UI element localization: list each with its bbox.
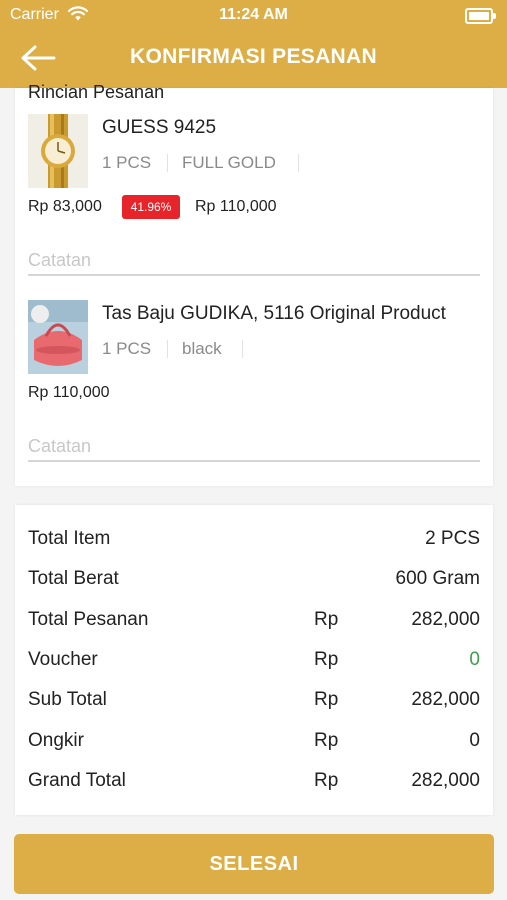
- order-details-card: Rincian Pesanan GUESS 9425 1 PCS FULL GO…: [15, 82, 493, 486]
- order-summary-card: Total Item 2 PCS Total Berat 600 Gram To…: [15, 505, 493, 815]
- summary-row-total-weight: Total Berat 600 Gram: [28, 568, 480, 598]
- summary-row-subtotal: Sub Total Rp 282,000: [28, 689, 480, 719]
- summary-label: Total Item: [28, 528, 111, 549]
- app-header: Carrier 11:24 AM KONFIRMASI PESANAN: [0, 0, 507, 88]
- product-variant: black: [182, 339, 222, 358]
- product-quantity: 1 PCS: [102, 339, 152, 358]
- product-variant: FULL GOLD: [182, 153, 276, 172]
- summary-label: Ongkir: [28, 730, 84, 751]
- summary-value: 0: [469, 730, 480, 751]
- summary-label: Voucher: [28, 649, 98, 670]
- summary-row-shipping: Ongkir Rp 0: [28, 730, 480, 760]
- summary-value: 282,000: [411, 609, 480, 630]
- clock: 11:24 AM: [219, 6, 288, 23]
- summary-currency: Rp: [314, 689, 339, 710]
- battery-icon: [465, 8, 496, 24]
- voucher-value: 0: [469, 649, 480, 670]
- summary-currency: Rp: [314, 609, 339, 630]
- summary-row-total-item: Total Item 2 PCS: [28, 528, 480, 558]
- note-input[interactable]: [28, 246, 480, 276]
- product-price: Rp 110,000: [28, 384, 110, 401]
- summary-currency: Rp: [314, 770, 339, 791]
- product-price: Rp 83,000: [28, 198, 102, 215]
- summary-value: 282,000: [411, 689, 480, 710]
- note-input[interactable]: [28, 432, 480, 462]
- section-title: Rincian Pesanan: [28, 82, 165, 102]
- red-duffel-bag-image: [28, 300, 88, 374]
- summary-currency: Rp: [314, 730, 339, 751]
- summary-currency: Rp: [314, 649, 339, 670]
- summary-label: Grand Total: [28, 770, 126, 791]
- product-quantity: 1 PCS: [102, 153, 152, 172]
- summary-value: 600 Gram: [395, 568, 480, 589]
- summary-value: 2 PCS: [425, 528, 480, 549]
- status-bar: Carrier 11:24 AM: [0, 0, 507, 30]
- summary-row-grand-total: Grand Total Rp 282,000: [28, 770, 480, 800]
- summary-row-total-order: Total Pesanan Rp 282,000: [28, 609, 480, 639]
- discount-badge: 41.96%: [122, 195, 180, 219]
- summary-value: 282,000: [411, 770, 480, 791]
- gold-watch-image: [28, 114, 88, 188]
- summary-row-voucher: Voucher Rp 0: [28, 649, 480, 679]
- variant-divider: [242, 340, 243, 358]
- original-price: Rp 110,000: [195, 198, 277, 215]
- summary-label: Sub Total: [28, 689, 107, 710]
- product-name: Tas Baju GUDIKA, 5116 Original Product: [102, 303, 446, 324]
- summary-label: Total Berat: [28, 568, 119, 589]
- page-title: KONFIRMASI PESANAN: [130, 45, 377, 68]
- variant-divider: [298, 154, 299, 172]
- product-name: GUESS 9425: [102, 117, 217, 138]
- variant-divider: [167, 154, 168, 172]
- variant-divider: [167, 340, 168, 358]
- summary-label: Total Pesanan: [28, 609, 149, 630]
- finish-button[interactable]: SELESAI: [14, 834, 494, 894]
